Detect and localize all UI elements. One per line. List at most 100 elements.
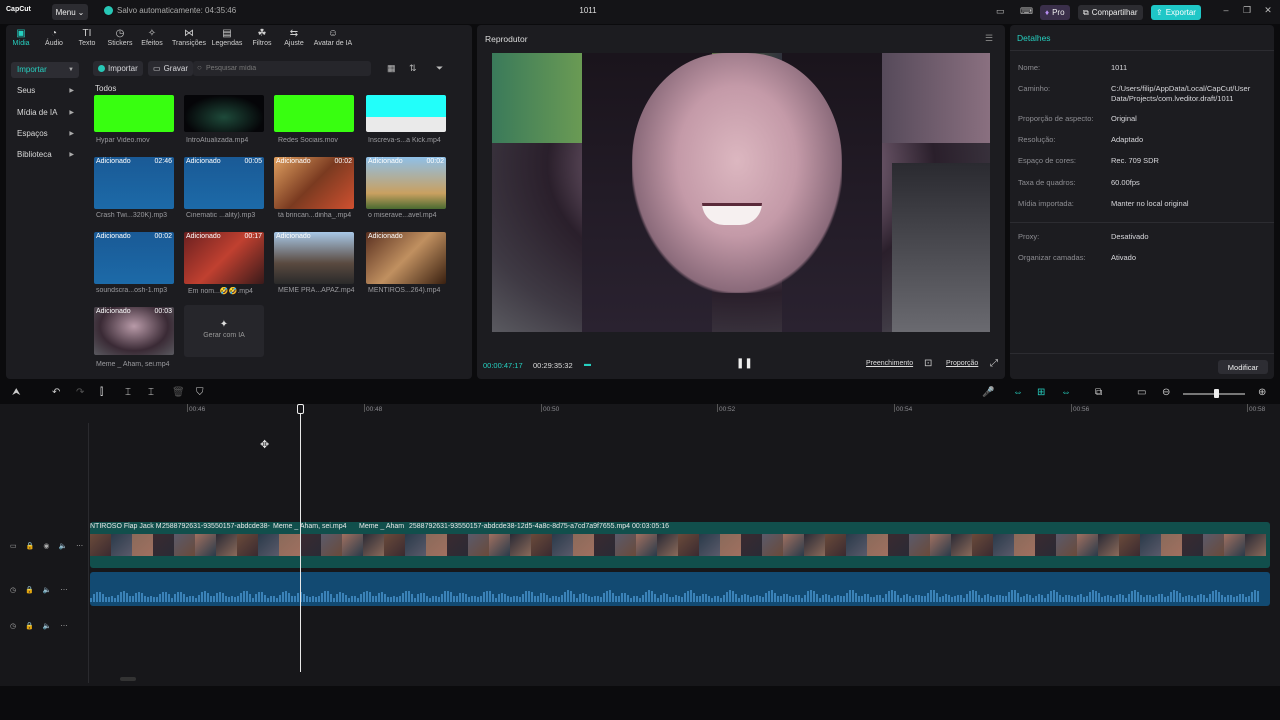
- menu-button[interactable]: Menu ⌄: [52, 4, 88, 20]
- delete-icon[interactable]: 🗑: [172, 387, 185, 398]
- playhead-handle[interactable]: [297, 404, 304, 414]
- sidebar-item-ai-media[interactable]: Mídia de IA ▶: [11, 105, 79, 121]
- tab-audio[interactable]: ◔ Áudio: [43, 28, 65, 47]
- media-thumb[interactable]: Adicionado 00:02: [274, 157, 354, 209]
- waveform-bar: [363, 591, 365, 602]
- media-thumb[interactable]: Adicionado 00:05: [184, 157, 264, 209]
- waveform-bar: [981, 597, 983, 602]
- tab-filters[interactable]: ☘ Filtros: [250, 28, 274, 47]
- restore-icon[interactable]: ❐: [1240, 5, 1254, 19]
- media-thumb[interactable]: Adicionado 00:02: [366, 157, 446, 209]
- generate-ai-card[interactable]: ✦ Gerar com IA: [184, 305, 264, 357]
- tab-ai-avatar[interactable]: ☺ Avatar de IA: [312, 28, 354, 47]
- magnet-icon[interactable]: ⊞: [1037, 387, 1045, 398]
- more-icon[interactable]: ⋯: [61, 586, 68, 594]
- sidebar-item-spaces[interactable]: Espaços ▶: [11, 126, 79, 142]
- undo-icon[interactable]: ↶: [52, 387, 60, 398]
- crop-icon[interactable]: ⊡: [924, 358, 932, 369]
- media-thumb[interactable]: [184, 95, 264, 132]
- shortcuts-icon[interactable]: ⌨: [1020, 6, 1033, 17]
- detail-value: 60.00fps: [1111, 178, 1140, 187]
- playhead[interactable]: [300, 404, 301, 672]
- tab-adjust[interactable]: ⇆ Ajuste: [282, 28, 306, 47]
- video-preview[interactable]: [492, 53, 990, 332]
- zoom-in-icon[interactable]: ⊕: [1258, 387, 1266, 398]
- preview-axis-icon[interactable]: ⧉: [1095, 387, 1102, 398]
- media-thumb[interactable]: [94, 95, 174, 132]
- volume-icon[interactable]: 🔈: [43, 586, 52, 594]
- sidebar-item-library[interactable]: Biblioteca ▶: [11, 147, 79, 163]
- waveform-bar: [525, 591, 527, 602]
- timeline-scrollbar[interactable]: [120, 677, 136, 681]
- detail-value: Rec. 709 SDR: [1111, 156, 1159, 165]
- layout-icon[interactable]: ▭: [996, 6, 1005, 17]
- more-icon[interactable]: ⋯: [61, 622, 68, 630]
- grid-view-icon[interactable]: ▦: [387, 63, 396, 74]
- import-button[interactable]: Importar: [93, 61, 143, 76]
- search-input[interactable]: [193, 61, 371, 76]
- pause-icon[interactable]: ❚❚: [736, 358, 753, 369]
- media-thumb[interactable]: [274, 95, 354, 132]
- tab-transitions[interactable]: ⋈ Transições: [171, 28, 207, 47]
- waveform-bar: [564, 592, 566, 602]
- more-icon[interactable]: ⋯: [76, 542, 83, 550]
- export-button[interactable]: ⇪ Exportar: [1151, 5, 1201, 20]
- zoom-out-icon[interactable]: ⊖: [1162, 387, 1170, 398]
- link-icon[interactable]: ⇔: [1013, 387, 1023, 398]
- microphone-icon[interactable]: 🎤: [982, 387, 994, 398]
- share-button[interactable]: ⧉ Compartilhar: [1078, 5, 1143, 20]
- tab-stickers[interactable]: ◷ Stickers: [106, 28, 134, 47]
- details-panel: Detalhes Nome: 1011 Caminho: C:/Users/fili…: [1010, 25, 1274, 379]
- waveform-bar: [1122, 595, 1124, 602]
- pro-button[interactable]: ♦ Pro: [1040, 5, 1070, 20]
- volume-icon[interactable]: 🔈: [58, 542, 67, 550]
- caption-icon[interactable]: ▭: [1137, 387, 1146, 398]
- media-thumb[interactable]: Adicionado: [366, 232, 446, 284]
- zoom-slider-handle[interactable]: [1214, 389, 1219, 398]
- close-icon[interactable]: ✕: [1261, 5, 1275, 19]
- filmstrip-frame: [783, 534, 804, 556]
- trim-right-icon[interactable]: ⌶: [148, 387, 154, 398]
- filter-icon[interactable]: ⏷: [436, 63, 443, 74]
- split-icon[interactable]: ⫿: [100, 387, 103, 398]
- fullscreen-icon[interactable]: ⤢: [990, 358, 998, 369]
- detail-key: Mídia importada:: [1018, 199, 1074, 208]
- fill-button[interactable]: Preenchimento: [866, 360, 913, 367]
- shield-icon[interactable]: ⛉: [196, 387, 204, 398]
- tab-media[interactable]: ▣ Mídia: [10, 28, 32, 47]
- sort-icon[interactable]: ⇅: [409, 63, 417, 74]
- trim-left-icon[interactable]: ⌶: [125, 387, 131, 398]
- media-thumb[interactable]: Adicionado: [274, 232, 354, 284]
- media-thumb[interactable]: Adicionado 00:03: [94, 307, 174, 355]
- cover-icon[interactable]: ▭: [10, 542, 17, 550]
- audio-track[interactable]: [90, 572, 1270, 606]
- waveform-bar: [402, 592, 404, 602]
- lock-icon[interactable]: 🔒: [25, 622, 34, 630]
- sidebar-item-import[interactable]: Importar ▼: [11, 62, 79, 78]
- menu-icon[interactable]: ☰: [985, 33, 993, 44]
- media-thumb[interactable]: [366, 95, 446, 132]
- tab-text[interactable]: TI Texto: [76, 28, 98, 47]
- tab-captions[interactable]: ▤ Legendas: [211, 28, 243, 47]
- select-tool-icon[interactable]: ⮝: [12, 387, 21, 398]
- tab-label: Áudio: [45, 40, 63, 47]
- modify-button[interactable]: Modificar: [1218, 360, 1268, 374]
- waveform-bar: [684, 593, 686, 602]
- tab-effects[interactable]: ✧ Efeitos: [139, 28, 165, 47]
- waveform-bar: [807, 591, 809, 602]
- media-thumb[interactable]: Adicionado 02:46: [94, 157, 174, 209]
- volume-icon[interactable]: 🔈: [43, 622, 52, 630]
- media-thumb[interactable]: Adicionado 00:17: [184, 232, 264, 284]
- record-button[interactable]: ▭ Gravar: [148, 61, 194, 76]
- lock-icon[interactable]: 🔒: [26, 542, 35, 550]
- effects-icon: ✧: [147, 28, 157, 39]
- lock-icon[interactable]: 🔒: [25, 586, 34, 594]
- minimize-icon[interactable]: –: [1219, 5, 1233, 19]
- video-track[interactable]: NTIROSO Flap Jack M 2588792631-93550157-…: [90, 522, 1270, 568]
- snap-icon[interactable]: ⇔: [1061, 387, 1071, 398]
- redo-icon[interactable]: ↷: [76, 387, 84, 398]
- eye-icon[interactable]: ◉: [43, 542, 49, 550]
- media-thumb[interactable]: Adicionado 00:02: [94, 232, 174, 284]
- sidebar-item-yours[interactable]: Seus ▶: [11, 83, 79, 99]
- ratio-button[interactable]: Proporção: [946, 360, 978, 367]
